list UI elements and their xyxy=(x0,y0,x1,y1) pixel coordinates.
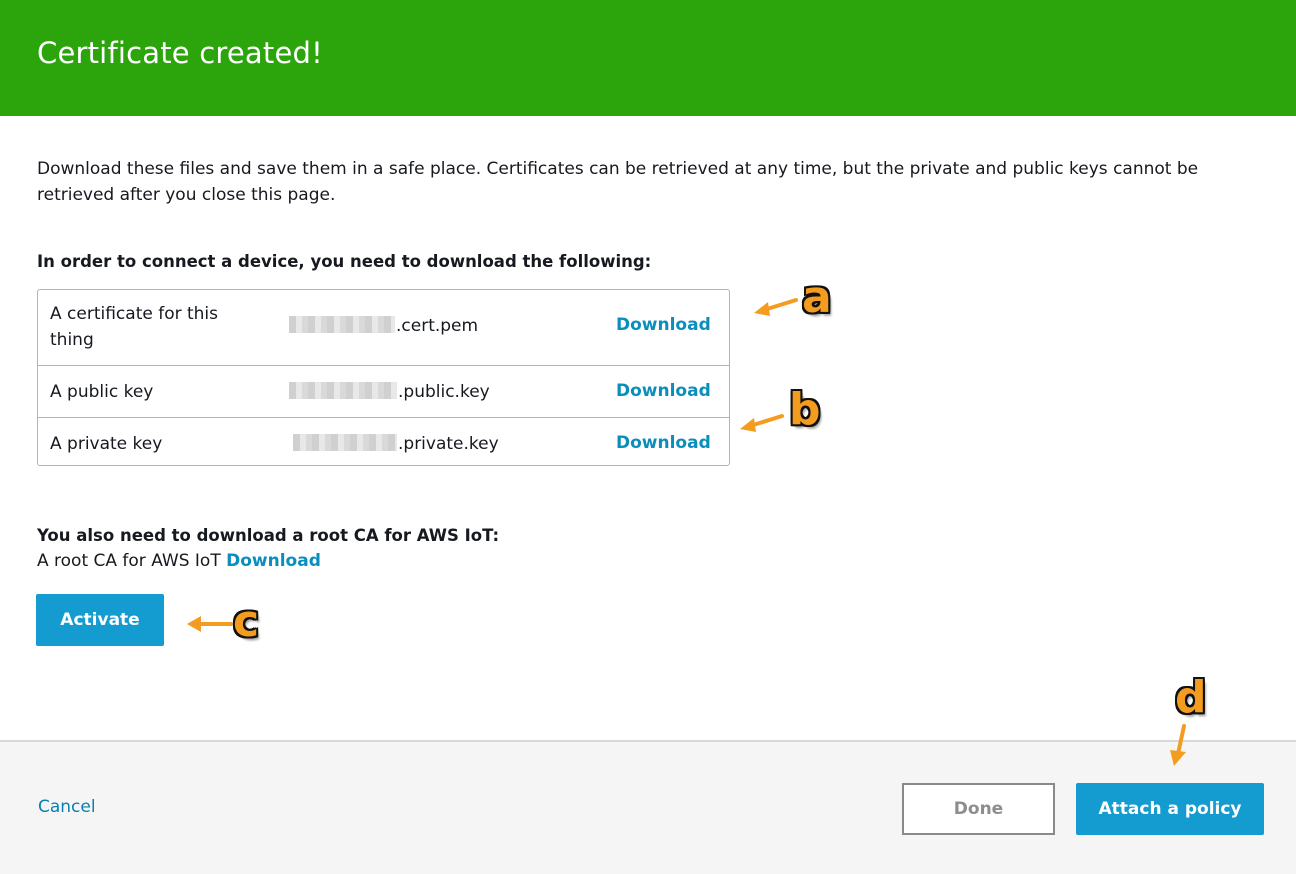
annotation-arrow-a xyxy=(754,298,798,316)
redacted-filename xyxy=(293,434,397,451)
file-name-suffix: .private.key xyxy=(398,434,499,454)
attach-policy-button[interactable]: Attach a policy xyxy=(1076,783,1264,835)
root-ca-heading: You also need to download a root CA for … xyxy=(37,526,500,545)
file-label: A certificate for this thing xyxy=(50,304,219,350)
root-ca-row: A root CA for AWS IoT Download xyxy=(37,548,321,574)
annotation-arrow-b xyxy=(740,414,784,432)
annotation-arrow-c xyxy=(187,616,233,632)
cancel-link[interactable]: Cancel xyxy=(38,797,96,817)
footer-bar: Cancel Done Attach a policy xyxy=(0,740,1296,874)
page-title: Certificate created! xyxy=(37,36,323,70)
download-private-key-link[interactable]: Download xyxy=(616,430,711,456)
file-name: .public.key xyxy=(289,379,490,405)
file-label: A public key xyxy=(50,382,154,402)
success-header: Certificate created! xyxy=(0,0,1296,116)
file-name: .private.key xyxy=(293,431,499,457)
annotation-arrow-d xyxy=(1170,724,1186,766)
activate-button[interactable]: Activate xyxy=(36,594,164,646)
done-button[interactable]: Done xyxy=(902,783,1055,835)
download-public-key-link[interactable]: Download xyxy=(616,378,711,404)
annotation-marker-c: c xyxy=(233,596,260,647)
file-name-suffix: .public.key xyxy=(398,382,490,402)
annotation-marker-a: a xyxy=(802,272,832,323)
redacted-filename xyxy=(289,382,397,399)
files-table: A certificate for this thing .cert.pem D… xyxy=(37,289,730,466)
intro-text: Download these files and save them in a … xyxy=(37,159,1199,205)
download-root-ca-link[interactable]: Download xyxy=(226,551,321,571)
file-label: A private key xyxy=(50,434,163,454)
root-ca-label: A root CA for AWS IoT xyxy=(37,551,221,571)
annotation-marker-b: b xyxy=(789,384,821,435)
files-heading: In order to connect a device, you need t… xyxy=(37,252,652,271)
download-certificate-link[interactable]: Download xyxy=(616,312,711,338)
file-row-certificate: A certificate for this thing .cert.pem D… xyxy=(38,290,729,366)
annotation-marker-d: d xyxy=(1175,672,1207,723)
file-row-public-key: A public key .public.key Download xyxy=(38,365,729,418)
redacted-filename xyxy=(289,316,395,333)
file-row-private-key: A private key .private.key Download xyxy=(38,417,729,466)
file-name: .cert.pem xyxy=(289,313,478,339)
file-name-suffix: .cert.pem xyxy=(396,316,479,336)
